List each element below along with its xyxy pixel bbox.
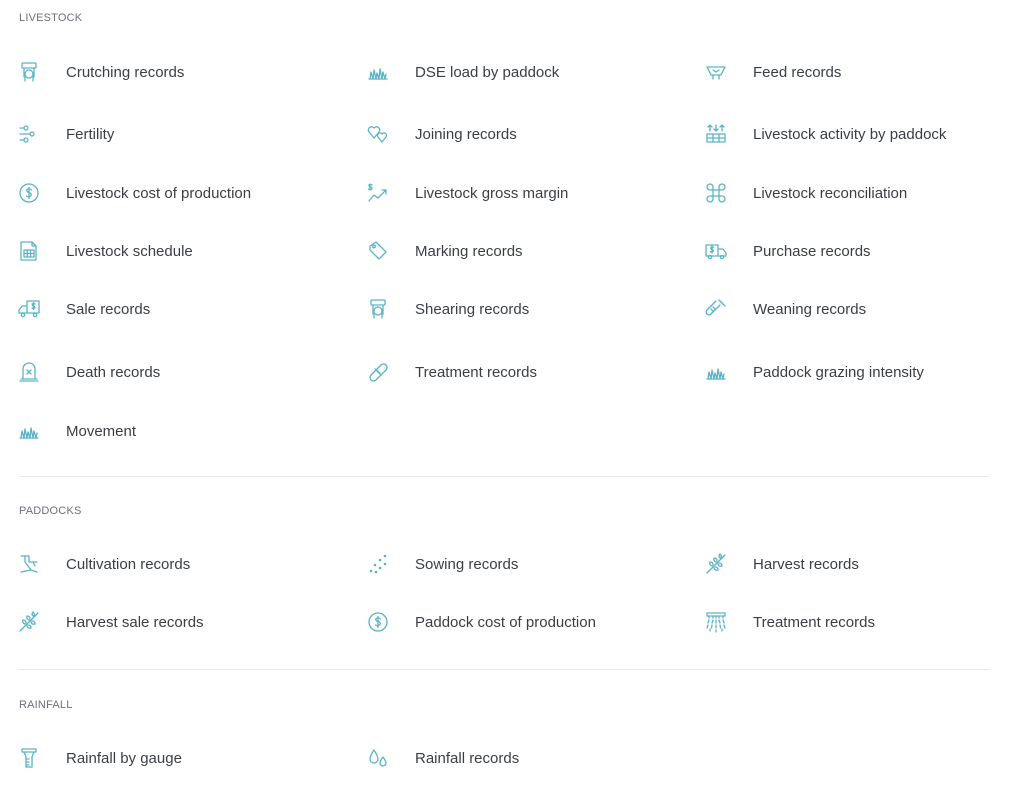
report-label: Sowing records	[415, 555, 519, 573]
report-label: Livestock gross margin	[415, 184, 569, 202]
sheep-icon	[366, 297, 390, 321]
grass-icon	[704, 360, 728, 384]
report-label: Paddock cost of production	[415, 613, 596, 631]
report-label: Purchase records	[753, 242, 871, 260]
report-label: Fertility	[66, 125, 115, 143]
section-title-paddocks: PADDOCKS	[19, 505, 82, 517]
report-label: Joining records	[415, 125, 517, 143]
report-rainfall-records[interactable]: Rainfall records	[366, 742, 519, 774]
headstone-icon	[17, 360, 41, 384]
report-sowing-records[interactable]: Sowing records	[366, 548, 518, 580]
report-treatment-records-livestock[interactable]: Treatment records	[366, 356, 537, 388]
report-paddock-cost-of-production[interactable]: Paddock cost of production	[366, 606, 596, 638]
wheat-icon	[704, 552, 728, 576]
report-feed-records[interactable]: Feed records	[704, 56, 841, 88]
feed-trough-icon	[704, 60, 728, 84]
report-harvest-sale-records[interactable]: Harvest sale records	[17, 606, 204, 638]
report-livestock-activity-by-paddock[interactable]: Livestock activity by paddock	[704, 118, 946, 150]
report-label: Feed records	[753, 63, 842, 81]
sheep-icon	[17, 60, 41, 84]
plough-icon	[17, 552, 41, 576]
report-label: Shearing records	[415, 300, 530, 318]
report-label: Death records	[66, 363, 161, 381]
truck-sale-icon	[17, 297, 41, 321]
report-livestock-schedule[interactable]: Livestock schedule	[17, 235, 193, 267]
grass-icon	[366, 60, 390, 84]
report-shearing-records[interactable]: Shearing records	[366, 293, 529, 325]
report-paddock-grazing-intensity[interactable]: Paddock grazing intensity	[704, 356, 924, 388]
dollar-circle-icon	[366, 610, 390, 634]
report-label: Treatment records	[415, 363, 537, 381]
report-label: Rainfall by gauge	[66, 749, 182, 767]
report-label: Movement	[66, 422, 137, 440]
report-label: Crutching records	[66, 63, 185, 81]
report-label: Sale records	[66, 300, 151, 318]
dollar-circle-icon	[17, 181, 41, 205]
report-fertility[interactable]: Fertility	[17, 118, 114, 150]
water-drops-icon	[366, 746, 390, 770]
report-livestock-cost-of-production[interactable]: Livestock cost of production	[17, 177, 251, 209]
report-label: Cultivation records	[66, 555, 191, 573]
report-dse-load-by-paddock[interactable]: DSE load by paddock	[366, 56, 559, 88]
report-crutching-records[interactable]: Crutching records	[17, 56, 184, 88]
report-label: Treatment records	[753, 613, 875, 631]
report-livestock-gross-margin[interactable]: Livestock gross margin	[366, 177, 568, 209]
sprayer-icon	[704, 610, 728, 634]
report-harvest-records[interactable]: Harvest records	[704, 548, 859, 580]
section-title-rainfall: RAINFALL	[19, 699, 73, 711]
grass-icon	[17, 419, 41, 443]
reports-page: LIVESTOCK Crutching records DSE load by …	[0, 0, 1024, 807]
report-label: Rainfall records	[415, 749, 520, 767]
command-icon	[704, 181, 728, 205]
section-divider	[19, 669, 990, 670]
report-movement[interactable]: Movement	[17, 415, 136, 447]
report-sale-records[interactable]: Sale records	[17, 293, 150, 325]
seeds-icon	[366, 552, 390, 576]
report-weaning-records[interactable]: Weaning records	[704, 293, 866, 325]
report-joining-records[interactable]: Joining records	[366, 118, 517, 150]
report-rainfall-by-gauge[interactable]: Rainfall by gauge	[17, 742, 182, 774]
report-label: Livestock activity by paddock	[753, 125, 947, 143]
report-label: Marking records	[415, 242, 523, 260]
report-label: Weaning records	[753, 300, 867, 318]
report-label: Harvest records	[753, 555, 859, 573]
section-title-livestock: LIVESTOCK	[19, 12, 83, 24]
report-livestock-reconciliation[interactable]: Livestock reconciliation	[704, 177, 907, 209]
report-label: DSE load by paddock	[415, 63, 560, 81]
fertility-icon	[17, 122, 41, 146]
section-divider	[19, 476, 990, 477]
report-death-records[interactable]: Death records	[17, 356, 160, 388]
trend-dollar-icon	[366, 181, 390, 205]
report-label: Paddock grazing intensity	[753, 363, 924, 381]
bottle-icon	[704, 297, 728, 321]
calendar-sheet-icon	[17, 239, 41, 263]
report-purchase-records[interactable]: Purchase records	[704, 235, 871, 267]
bandage-icon	[366, 360, 390, 384]
report-label: Livestock reconciliation	[753, 184, 908, 202]
report-marking-records[interactable]: Marking records	[366, 235, 523, 267]
tag-icon	[366, 239, 390, 263]
report-label: Livestock schedule	[66, 242, 193, 260]
rain-gauge-icon	[17, 746, 41, 770]
report-label: Harvest sale records	[66, 613, 204, 631]
report-cultivation-records[interactable]: Cultivation records	[17, 548, 190, 580]
report-label: Livestock cost of production	[66, 184, 252, 202]
truck-dollar-icon	[704, 239, 728, 263]
paddock-activity-icon	[704, 122, 728, 146]
hearts-icon	[366, 122, 390, 146]
report-treatment-records-paddock[interactable]: Treatment records	[704, 606, 875, 638]
wheat-icon	[17, 610, 41, 634]
